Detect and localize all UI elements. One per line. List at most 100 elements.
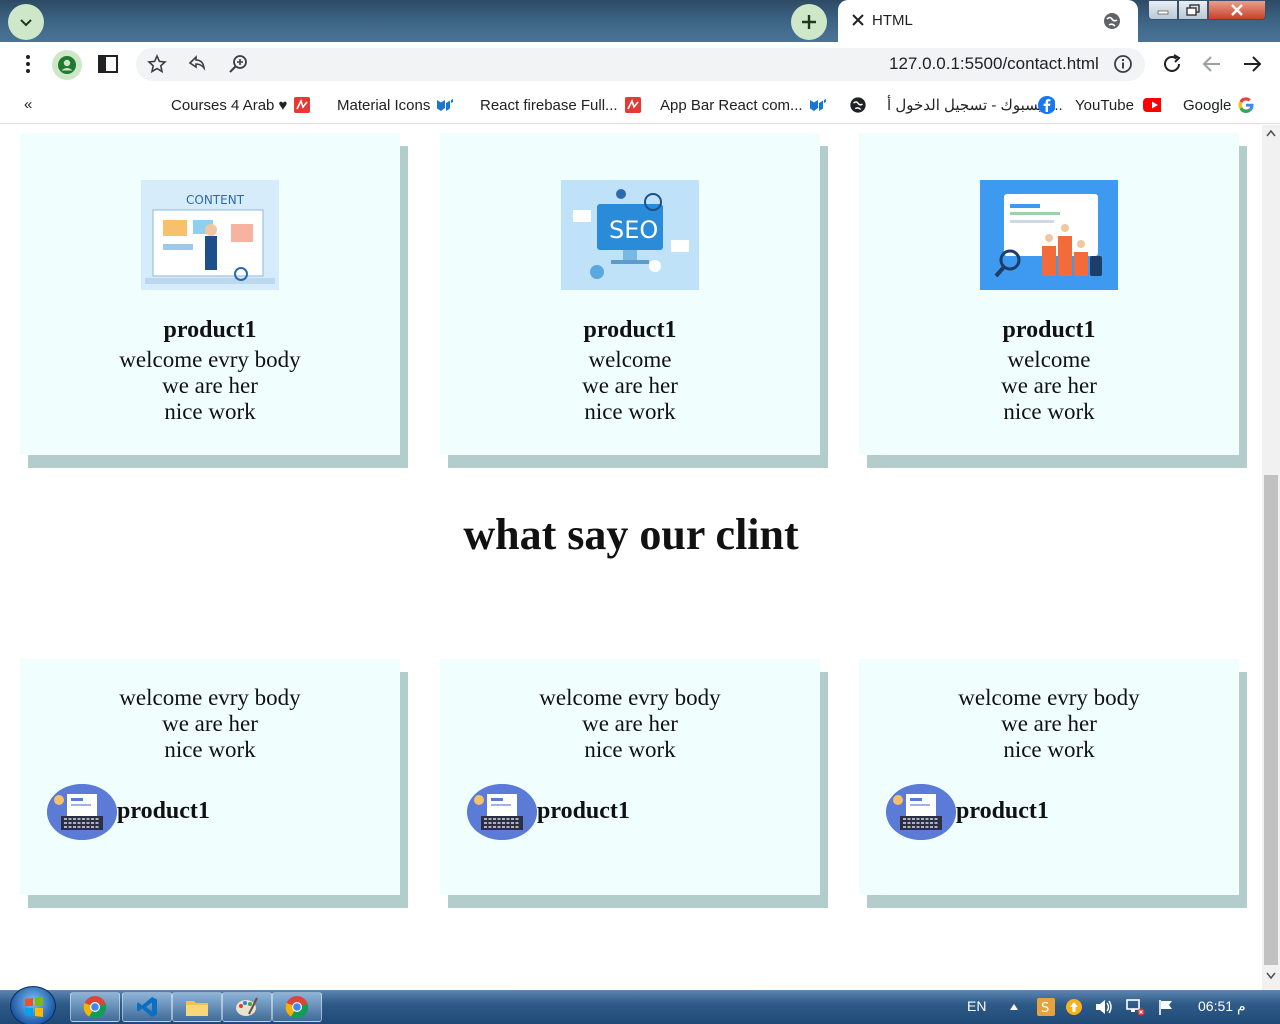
taskbar-explorer[interactable]: [172, 992, 222, 1022]
network-icon: [1126, 999, 1145, 1016]
page-viewport: CONTENT product1 welcome evry body we ar…: [0, 125, 1262, 990]
zoom-button[interactable]: [226, 52, 250, 76]
section-title: what say our clint: [463, 510, 799, 559]
chrome-icon: [83, 996, 107, 1019]
bookmark-courses4arab[interactable]: Courses 4 Arab ♥: [171, 96, 311, 114]
tray-network[interactable]: [1125, 997, 1145, 1017]
caret-up-icon: [1266, 129, 1276, 137]
client-text: we are her: [162, 711, 258, 736]
product-text: nice work: [164, 399, 256, 424]
globe-icon: [1104, 13, 1120, 29]
reload-icon: [1164, 54, 1181, 72]
restore-button[interactable]: [1178, 0, 1208, 20]
client-name: product1: [956, 798, 1049, 824]
taskbar-chrome[interactable]: [70, 992, 120, 1022]
tab-active[interactable]: HTML: [838, 0, 1138, 42]
product-text: we are her: [582, 373, 678, 398]
bookmark-label: App Bar React com...: [660, 96, 803, 114]
ranking-illustration: [980, 180, 1118, 290]
client-avatar: [886, 784, 956, 840]
bookmark-youtube[interactable]: YouTube: [1037, 96, 1134, 114]
start-button[interactable]: [10, 986, 56, 1024]
facebook-icon: [1037, 96, 1055, 114]
client-card: welcome evry body we are her nice work p…: [20, 659, 400, 895]
bookmark-label: Courses 4 Arab ♥: [171, 96, 288, 114]
side-panel-button[interactable]: [96, 52, 120, 76]
bookmark-google[interactable]: Google: [1143, 96, 1255, 114]
product-card: CONTENT product1 welcome evry body we ar…: [20, 133, 400, 455]
client-text: welcome evry body: [539, 685, 721, 710]
person-icon: [58, 56, 76, 74]
taskbar-vscode[interactable]: [122, 992, 172, 1022]
taskbar-paint[interactable]: [222, 992, 272, 1022]
bookmarks-overflow-label: «: [24, 96, 33, 113]
menu-button[interactable]: [16, 52, 40, 76]
seo-illustration: SEO: [561, 180, 699, 290]
bookmark-facebook-login[interactable]: فيسبوك - تسجيل الدخول أ...: [849, 96, 1063, 114]
scroll-thumb[interactable]: [1264, 475, 1278, 965]
product-title: product1: [1002, 317, 1096, 343]
kebab-menu-icon: [26, 55, 30, 73]
page-scrollbar[interactable]: [1262, 125, 1280, 990]
product-title: product1: [583, 317, 677, 343]
client-avatar: [467, 784, 537, 840]
client-text: welcome evry body: [119, 685, 301, 710]
chrome-icon: [285, 996, 309, 1019]
side-panel-icon: [98, 55, 118, 73]
back-button[interactable]: [1200, 52, 1224, 76]
bookmark-material-icons[interactable]: Material Icons: [337, 96, 454, 114]
client-card: welcome evry body we are her nice work p…: [859, 659, 1239, 895]
content-illustration: CONTENT: [141, 180, 279, 290]
close-tab-icon[interactable]: [850, 12, 866, 28]
tray-action-center[interactable]: [1156, 997, 1176, 1017]
windows-logo-icon: [25, 997, 43, 1017]
mui-icon: [436, 96, 454, 114]
windows-taskbar: [0, 986, 1280, 1024]
show-hidden-icons-button[interactable]: [1004, 997, 1024, 1017]
restore-icon: [1186, 4, 1200, 16]
clock[interactable]: 06:51 م: [1198, 998, 1246, 1015]
bookmark-star-button[interactable]: [145, 52, 169, 76]
svg-text:S: S: [1041, 1001, 1049, 1016]
flag-icon: [1159, 1000, 1172, 1015]
product-text: welcome evry body: [119, 347, 301, 372]
new-tab-button[interactable]: [791, 4, 827, 40]
info-icon: [1114, 55, 1132, 73]
window-controls: [1148, 0, 1280, 22]
bookmarks-overflow-button[interactable]: «: [24, 96, 32, 113]
profile-button[interactable]: [52, 50, 82, 80]
tab-title: HTML: [872, 12, 913, 29]
tray-app-s[interactable]: S: [1036, 997, 1056, 1017]
url-text[interactable]: 127.0.0.1:5500/contact.html: [889, 54, 1099, 74]
site-info-button[interactable]: [1111, 52, 1135, 76]
bookmark-react-firebase[interactable]: React firebase Full...: [480, 96, 642, 114]
product-text: welcome: [588, 347, 672, 372]
client-text: we are her: [582, 711, 678, 736]
scroll-down-button[interactable]: [1262, 972, 1280, 986]
client-name: product1: [117, 798, 210, 824]
language-indicator[interactable]: EN: [967, 998, 986, 1014]
tray-volume[interactable]: [1094, 997, 1114, 1017]
tab-search-button[interactable]: [8, 4, 44, 40]
close-icon: [1231, 4, 1243, 16]
url-host: 127.0.0.1: [889, 54, 960, 73]
forward-button[interactable]: [1240, 52, 1264, 76]
client-avatar: [47, 784, 117, 840]
bookmark-label: Google: [1183, 96, 1232, 114]
arrow-right-icon: [1244, 56, 1262, 72]
share-button[interactable]: [185, 52, 209, 76]
product-text: nice work: [1003, 399, 1095, 424]
product-title: product1: [163, 317, 257, 343]
scroll-up-button[interactable]: [1262, 129, 1280, 143]
reload-button[interactable]: [1160, 52, 1184, 76]
bookmark-label: YouTube: [1075, 96, 1134, 114]
tray-update[interactable]: [1064, 997, 1084, 1017]
product-text: we are her: [162, 373, 258, 398]
client-text: nice work: [1003, 737, 1095, 762]
taskbar-chrome-2[interactable]: [272, 992, 322, 1022]
close-window-button[interactable]: [1208, 0, 1266, 20]
product-text: we are her: [1001, 373, 1097, 398]
minimize-button[interactable]: [1148, 0, 1178, 20]
folder-icon: [186, 1001, 208, 1016]
bookmark-app-bar-react[interactable]: App Bar React com...: [660, 96, 827, 114]
